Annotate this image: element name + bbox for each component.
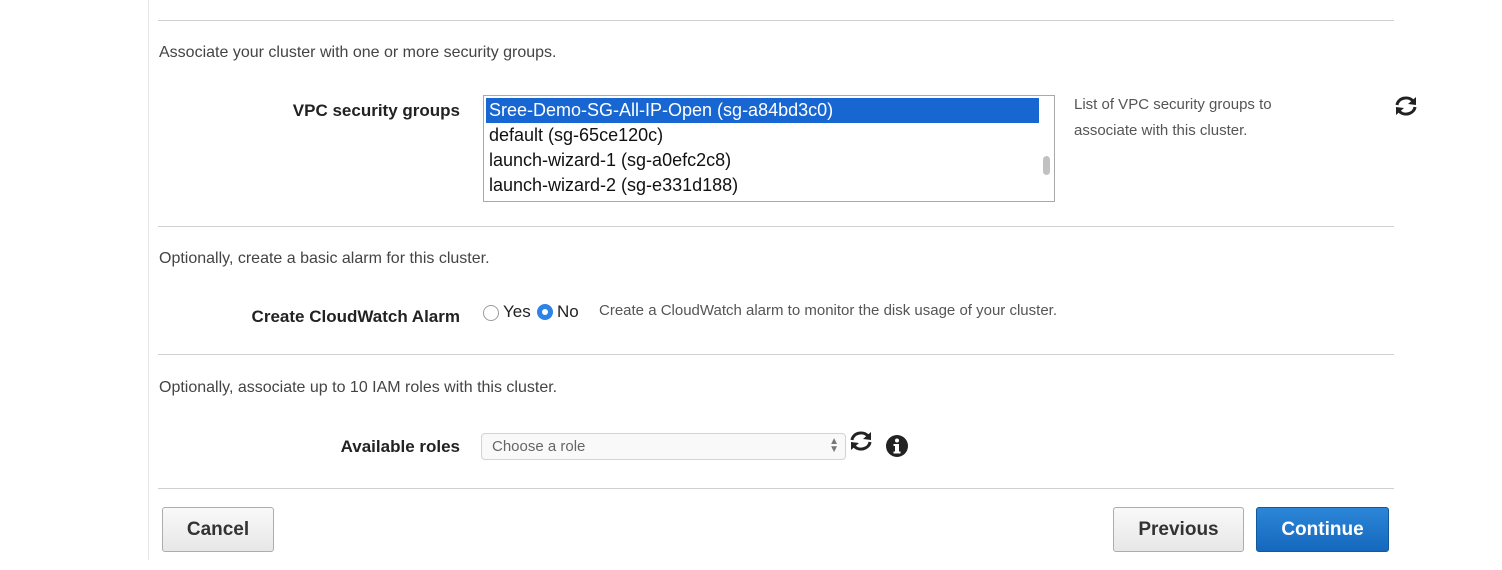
info-icon[interactable] [885,434,909,458]
alarm-yes-radio[interactable] [483,305,499,321]
listbox-scrollbar[interactable] [1043,156,1050,175]
cancel-button[interactable]: Cancel [162,507,274,552]
security-group-option[interactable]: Sree-Demo-SG-All-IP-Open (sg-a84bd3c0) [486,98,1039,123]
security-groups-help-line: List of VPC security groups to [1074,96,1272,113]
alarm-yes-label[interactable]: Yes [503,302,531,322]
alarm-no-label[interactable]: No [557,302,579,322]
refresh-icon[interactable] [847,429,875,453]
security-groups-help-line: associate with this cluster. [1074,122,1248,139]
security-groups-description: Associate your cluster with one or more … [159,44,557,61]
continue-button[interactable]: Continue [1256,507,1389,552]
cloudwatch-alarm-label: Create CloudWatch Alarm [251,307,460,326]
iam-roles-description: Optionally, associate up to 10 IAM roles… [159,379,558,396]
select-arrows-icon: ▲ ▼ [829,436,839,455]
security-group-option[interactable]: launch-wizard-2 (sg-e331d188) [486,173,1039,198]
vpc-security-groups-label: VPC security groups [292,101,460,120]
divider [158,488,1394,489]
previous-button[interactable]: Previous [1113,507,1244,552]
role-select[interactable]: Choose a role ▲ ▼ [481,433,846,460]
divider [158,354,1394,355]
left-border [148,0,149,560]
alarm-description: Optionally, create a basic alarm for thi… [159,250,490,267]
divider-top [158,20,1394,21]
divider [158,226,1394,227]
security-group-option[interactable]: launch-wizard-1 (sg-a0efc2c8) [486,148,1039,173]
available-roles-label: Available roles [340,437,460,456]
security-groups-help: List of VPC security groups to associate… [1074,92,1272,144]
role-select-placeholder: Choose a role [492,438,586,455]
security-group-option[interactable]: default (sg-65ce120c) [486,123,1039,148]
vpc-security-groups-listbox[interactable]: Sree-Demo-SG-All-IP-Open (sg-a84bd3c0) d… [483,95,1055,202]
refresh-icon[interactable] [1392,94,1420,118]
alarm-no-radio[interactable] [537,304,553,320]
alarm-help: Create a CloudWatch alarm to monitor the… [599,302,1057,319]
